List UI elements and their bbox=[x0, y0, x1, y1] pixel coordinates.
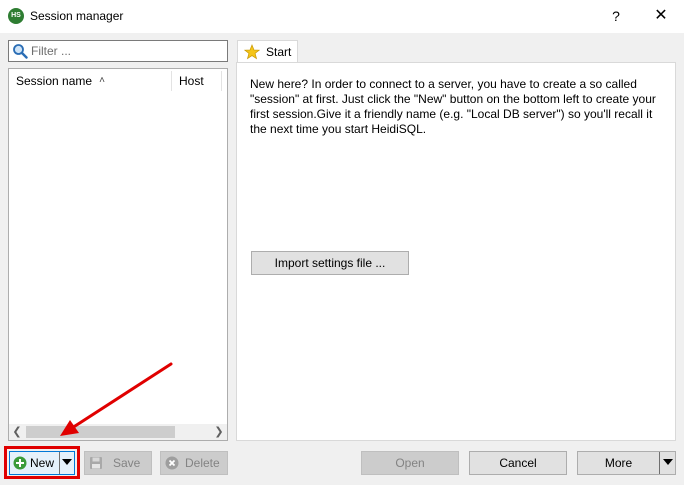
scrollbar-thumb[interactable] bbox=[26, 426, 175, 438]
split-divider bbox=[659, 452, 660, 474]
cancel-button[interactable]: Cancel bbox=[469, 451, 567, 475]
add-icon bbox=[13, 456, 27, 470]
new-button[interactable]: New bbox=[9, 451, 75, 475]
delete-button-label: Delete bbox=[185, 456, 220, 470]
start-page: New here? In order to connect to a serve… bbox=[236, 62, 676, 441]
chevron-down-icon[interactable] bbox=[62, 459, 72, 465]
column-divider[interactable] bbox=[221, 71, 222, 91]
save-button-label: Save bbox=[113, 456, 141, 470]
column-header-session-name[interactable]: Session name bbox=[9, 69, 171, 93]
close-button[interactable]: ✕ bbox=[646, 4, 676, 28]
more-button[interactable]: More bbox=[577, 451, 676, 475]
column-header-label: Host bbox=[179, 74, 204, 88]
sort-ascending-icon: ˄ bbox=[99, 75, 105, 86]
tab-start[interactable]: Start bbox=[237, 40, 298, 63]
window-title: Session manager bbox=[30, 9, 124, 23]
horizontal-scrollbar[interactable]: ❮ ❯ bbox=[9, 424, 227, 440]
delete-button[interactable]: Delete bbox=[160, 451, 228, 475]
session-list[interactable]: Session name ˄ Host ❮ ❯ bbox=[8, 68, 228, 441]
new-button-label: New bbox=[30, 456, 55, 470]
session-list-header: Session name ˄ Host bbox=[9, 69, 227, 93]
chevron-down-icon[interactable] bbox=[663, 459, 673, 465]
intro-text: New here? In order to connect to a serve… bbox=[250, 77, 656, 136]
open-button[interactable]: Open bbox=[361, 451, 459, 475]
app-logo-icon: HS bbox=[8, 8, 24, 24]
column-header-host[interactable]: Host bbox=[172, 69, 222, 93]
filter-input[interactable] bbox=[31, 42, 223, 60]
help-button[interactable]: ? bbox=[602, 4, 630, 28]
more-button-label: More bbox=[604, 456, 633, 470]
search-icon bbox=[13, 44, 28, 59]
title-bar: HS Session manager ? ✕ bbox=[0, 0, 684, 33]
import-settings-button[interactable]: Import settings file ... bbox=[251, 251, 409, 275]
column-header-label: Session name bbox=[16, 74, 93, 88]
split-divider bbox=[59, 452, 60, 474]
save-icon bbox=[90, 457, 102, 469]
scroll-left-icon[interactable]: ❮ bbox=[9, 424, 25, 440]
filter-box bbox=[8, 40, 228, 62]
star-icon bbox=[244, 44, 260, 60]
scroll-right-icon[interactable]: ❯ bbox=[211, 424, 227, 440]
tab-label: Start bbox=[266, 45, 292, 59]
delete-icon bbox=[165, 456, 179, 470]
save-button[interactable]: Save bbox=[84, 451, 152, 475]
